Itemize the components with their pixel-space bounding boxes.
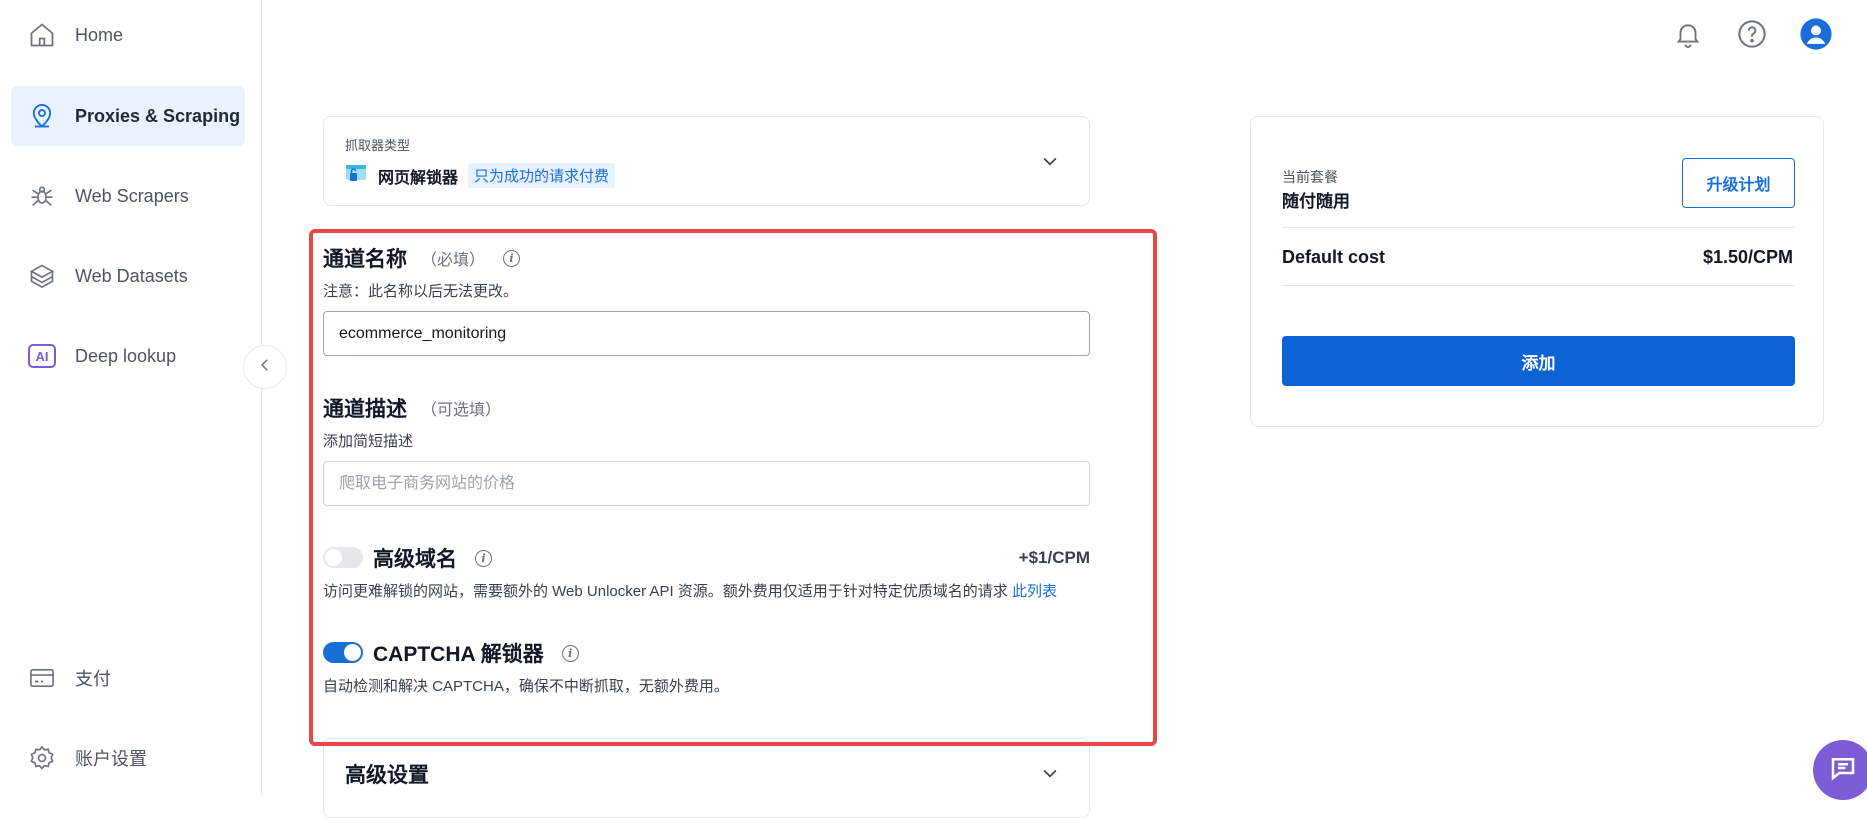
collapse-sidebar-button[interactable] xyxy=(243,345,287,389)
sidebar-item-label: 支付 xyxy=(75,669,111,689)
optional-hint: （可选填） xyxy=(421,402,502,419)
channel-name-note: 注意：此名称以后无法更改。 xyxy=(323,283,519,300)
help-icon[interactable] xyxy=(1734,16,1770,52)
upgrade-plan-button[interactable]: 升级计划 xyxy=(1682,158,1795,208)
gear-icon xyxy=(27,743,57,773)
premium-domains-list-link[interactable]: 此列表 xyxy=(1012,583,1057,600)
channel-name-heading: 通道名称 （必填） i xyxy=(323,243,521,273)
scraper-type-select[interactable]: 抓取器类型 网页解锁器 只为成功的请求付费 xyxy=(323,116,1090,206)
plan-summary-card: 当前套餐 随付随用 升级计划 Default cost $1.50/CPM 添加 xyxy=(1250,116,1824,427)
scraper-type-value: 网页解锁器 xyxy=(378,169,459,187)
channel-description-title: 通道描述 xyxy=(323,398,407,421)
premium-domains-toggle[interactable] xyxy=(323,547,363,568)
sidebar-item-web-scrapers[interactable]: Web Scrapers xyxy=(11,166,245,226)
channel-description-heading: 通道描述 （可选填） xyxy=(323,393,501,423)
spider-icon xyxy=(27,181,57,211)
divider xyxy=(1282,285,1795,286)
scraper-type-label: 抓取器类型 xyxy=(345,138,411,153)
location-pin-icon xyxy=(27,101,57,131)
required-hint: （必填） xyxy=(421,252,486,269)
premium-domains-price: +$1/CPM xyxy=(1018,548,1090,567)
captcha-solver-title: CAPTCHA 解锁器 xyxy=(373,643,544,666)
sidebar-item-payment[interactable]: 支付 xyxy=(11,648,245,708)
default-cost-value: $1.50/CPM xyxy=(1702,247,1793,267)
sidebar-item-label: 账户设置 xyxy=(75,749,147,769)
home-icon xyxy=(27,20,57,50)
sidebar-item-web-datasets[interactable]: Web Datasets xyxy=(11,246,245,306)
chat-support-button[interactable] xyxy=(1813,740,1867,800)
toggle-knob xyxy=(325,549,342,566)
sidebar: Home Proxies & Scraping Web Scrapers Web… xyxy=(0,0,262,795)
chevron-left-icon xyxy=(256,356,274,379)
layers-icon xyxy=(27,261,57,291)
pay-on-success-badge: 只为成功的请求付费 xyxy=(468,163,616,188)
add-button[interactable]: 添加 xyxy=(1282,336,1795,386)
info-icon[interactable]: i xyxy=(475,549,492,567)
advanced-settings-section[interactable]: 高级设置 xyxy=(323,738,1090,818)
channel-description-note: 添加简短描述 xyxy=(323,433,414,450)
channel-name-title: 通道名称 xyxy=(323,248,407,271)
web-unlocker-icon xyxy=(344,162,368,189)
divider xyxy=(1282,227,1795,228)
premium-domains-description-text: 访问更难解锁的网站，需要额外的 Web Unlocker API 资源。额外费用… xyxy=(323,583,1008,600)
captcha-solver-description: 自动检测和解决 CAPTCHA，确保不中断抓取，无额外费用。 xyxy=(323,678,729,695)
credit-card-icon xyxy=(27,663,57,693)
sidebar-item-label: Web Datasets xyxy=(75,265,188,286)
sidebar-item-account-settings[interactable]: 账户设置 xyxy=(11,728,245,788)
chevron-down-icon xyxy=(1040,151,1060,176)
chevron-down-icon xyxy=(1040,763,1060,788)
advanced-settings-title: 高级设置 xyxy=(345,764,429,787)
user-avatar-icon[interactable] xyxy=(1798,16,1834,52)
sidebar-item-home[interactable]: Home xyxy=(11,5,245,65)
info-icon[interactable]: i xyxy=(561,644,579,662)
sidebar-item-label: Web Scrapers xyxy=(75,185,189,206)
channel-description-input[interactable] xyxy=(323,461,1090,506)
sidebar-item-label: Home xyxy=(75,24,124,45)
sidebar-item-proxies-scraping[interactable]: Proxies & Scraping xyxy=(11,86,245,146)
sidebar-item-label: Deep lookup xyxy=(75,345,177,366)
premium-domains-description: 访问更难解锁的网站，需要额外的 Web Unlocker API 资源。额外费用… xyxy=(323,580,1057,601)
sidebar-item-deep-lookup[interactable]: AI Deep lookup xyxy=(11,326,245,386)
sidebar-item-label: Proxies & Scraping xyxy=(75,105,241,126)
premium-domains-heading: 高级域名 i xyxy=(373,543,492,573)
bell-icon[interactable] xyxy=(1670,16,1706,52)
current-plan-label: 当前套餐 xyxy=(1282,169,1338,185)
premium-domains-title: 高级域名 xyxy=(373,548,457,571)
captcha-solver-toggle[interactable] xyxy=(323,642,363,663)
default-cost-label: Default cost xyxy=(1282,247,1386,267)
captcha-solver-heading: CAPTCHA 解锁器 i xyxy=(373,638,579,668)
current-plan-name: 随付随用 xyxy=(1282,192,1350,211)
chat-icon xyxy=(1828,753,1858,788)
toggle-knob xyxy=(344,644,361,661)
info-icon[interactable]: i xyxy=(503,249,521,267)
ai-badge-icon: AI xyxy=(27,341,57,371)
channel-name-input[interactable] xyxy=(323,311,1090,356)
